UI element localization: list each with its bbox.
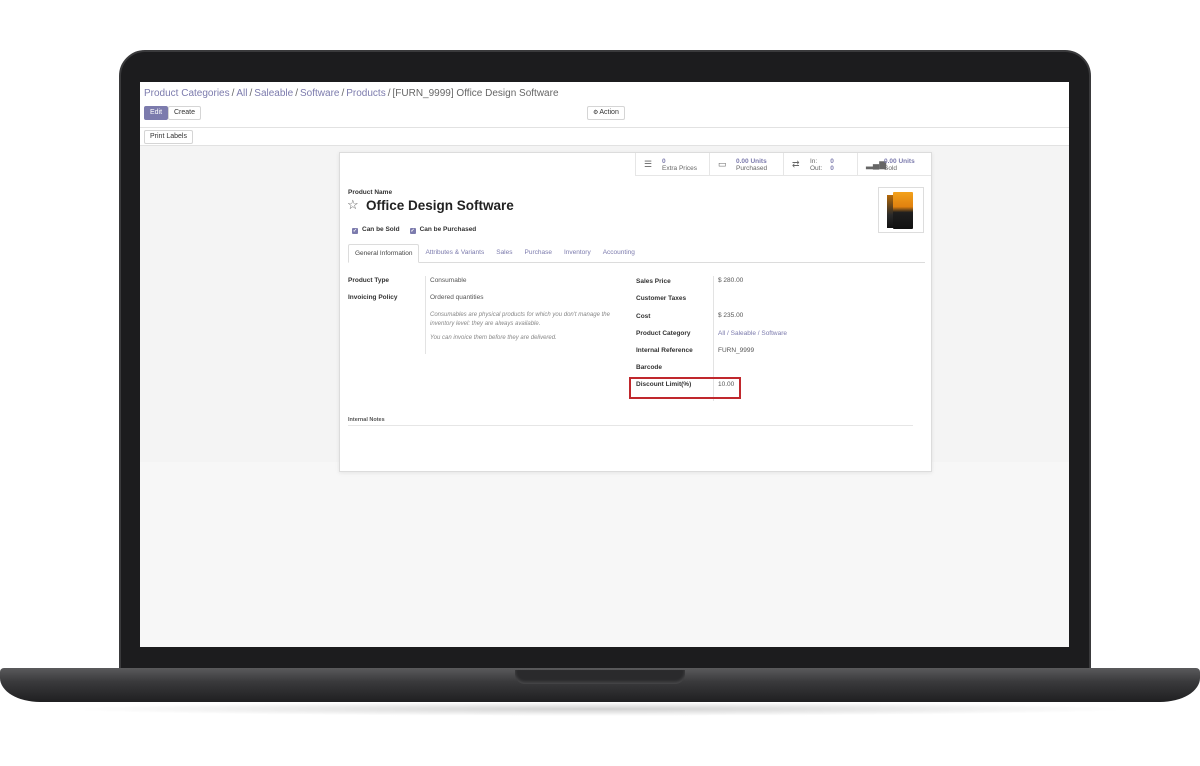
- tab-attributes-variants[interactable]: Attributes & Variants: [419, 244, 490, 263]
- internal-notes-field[interactable]: [348, 425, 913, 426]
- print-labels-button[interactable]: Print Labels: [144, 130, 193, 144]
- tab-purchase[interactable]: Purchase: [519, 244, 558, 263]
- tab-sales[interactable]: Sales: [490, 244, 518, 263]
- product-checkboxes: ✓ Can be Sold ✓ Can be Purchased: [352, 226, 476, 234]
- tab-accounting[interactable]: Accounting: [597, 244, 641, 263]
- in-label: In:: [810, 157, 818, 165]
- in-value: 0: [830, 157, 834, 165]
- discount-limit-highlight: [629, 377, 741, 399]
- extra-prices-button[interactable]: ☰ 0 Extra Prices: [635, 153, 709, 176]
- cost-value[interactable]: $ 235.00: [718, 312, 743, 319]
- gear-icon: ⚙: [593, 110, 599, 116]
- extra-prices-label: Extra Prices: [662, 164, 698, 172]
- internal-reference-label: Internal Reference: [636, 347, 693, 354]
- app-screen: Product Categories / All / Saleable / Software…: [140, 82, 1069, 647]
- product-category-label: Product Category: [636, 330, 691, 337]
- purchased-label: Purchased: [736, 164, 768, 172]
- product-image[interactable]: [878, 187, 924, 233]
- check-icon: ✓: [409, 228, 416, 234]
- list-icon: ☰: [644, 159, 653, 169]
- breadcrumb-separator: /: [341, 88, 345, 99]
- extra-prices-value: 0: [662, 157, 666, 165]
- breadcrumb-software[interactable]: Software: [300, 88, 339, 99]
- invoicing-policy-value[interactable]: Ordered quantities: [430, 294, 483, 301]
- sold-button[interactable]: ▂▄▆ 0.00 Units Sold: [857, 153, 931, 176]
- breadcrumb-product-categories[interactable]: Product Categories: [144, 88, 230, 99]
- purchased-button[interactable]: ▭ 0.00 Units Purchased: [709, 153, 783, 176]
- sold-label: Sold: [884, 164, 898, 172]
- laptop-shadow: [60, 702, 1140, 716]
- barcode-label: Barcode: [636, 364, 663, 371]
- can-be-sold-label: Can be Sold: [362, 226, 400, 233]
- action-button[interactable]: ⚙Action: [587, 106, 625, 120]
- breadcrumb-separator: /: [295, 88, 298, 99]
- can-be-purchased-label: Can be Purchased: [419, 226, 477, 233]
- tab-inventory[interactable]: Inventory: [558, 244, 597, 263]
- breadcrumb-separator: /: [249, 88, 253, 99]
- action-label: Action: [599, 109, 619, 116]
- customer-taxes-label: Customer Taxes: [636, 295, 687, 302]
- purchased-value: 0.00 Units: [736, 157, 767, 165]
- breadcrumb-saleable[interactable]: Saleable: [254, 88, 293, 99]
- in-out-button[interactable]: ⇄ In: 0 Out: 0: [783, 153, 857, 176]
- out-value: 0: [830, 164, 834, 172]
- invoicing-policy-label: Invoicing Policy: [348, 294, 398, 301]
- out-label: Out:: [810, 164, 823, 172]
- stat-button-box: ☰ 0 Extra Prices ▭ 0.00 Units Purchased ⇄ …: [635, 153, 931, 176]
- internal-notes-label: Internal Notes: [348, 417, 385, 423]
- product-type-label: Product Type: [348, 277, 390, 284]
- background-area: [140, 462, 1069, 647]
- product-category-value[interactable]: All / Saleable / Software: [718, 330, 787, 337]
- field-divider: [425, 276, 426, 354]
- laptop-notch: [515, 670, 685, 684]
- product-form-sheet: ☰ 0 Extra Prices ▭ 0.00 Units Purchased ⇄ …: [339, 152, 932, 472]
- product-type-value[interactable]: Consumable: [430, 277, 467, 284]
- star-icon[interactable]: ☆: [347, 197, 359, 213]
- cost-label: Cost: [636, 313, 651, 320]
- sales-price-label: Sales Price: [636, 278, 671, 285]
- exchange-icon: ⇄: [792, 159, 800, 169]
- sold-value: 0.00 Units: [884, 157, 915, 165]
- tab-general-information[interactable]: General Information: [348, 244, 420, 263]
- credit-card-icon: ▭: [718, 159, 727, 169]
- product-name-label: Product Name: [348, 189, 393, 196]
- internal-reference-value[interactable]: FURN_9999: [718, 347, 754, 354]
- product-name[interactable]: Office Design Software: [366, 198, 514, 213]
- signal-icon: ▂▄▆: [866, 159, 887, 169]
- edit-button[interactable]: Edit: [144, 106, 169, 120]
- consumable-help-text: Consumables are physical products for wh…: [430, 312, 610, 327]
- breadcrumb-separator: /: [231, 88, 235, 99]
- create-button[interactable]: Create: [168, 106, 202, 120]
- can-be-purchased-checkbox[interactable]: ✓ Can be Purchased: [409, 226, 477, 234]
- form-tabs: General Information Attributes & Variant…: [348, 244, 925, 263]
- sub-toolbar: Print Labels: [140, 128, 1069, 146]
- breadcrumb-products[interactable]: Products: [346, 88, 385, 99]
- breadcrumb-current: [FURN_9999] Office Design Software: [392, 88, 559, 99]
- breadcrumb: Product Categories / All / Saleable / Software…: [144, 88, 559, 99]
- check-icon: ✓: [352, 228, 358, 234]
- breadcrumb-all[interactable]: All: [236, 88, 247, 99]
- invoice-help-text: You can invoice them before they are del…: [430, 335, 557, 341]
- breadcrumb-separator: /: [387, 88, 391, 99]
- box-front: [893, 192, 913, 229]
- control-panel: Product Categories / All / Saleable / Software…: [140, 82, 1069, 128]
- can-be-sold-checkbox[interactable]: ✓ Can be Sold: [352, 226, 400, 234]
- sales-price-value[interactable]: $ 280.00: [718, 277, 743, 284]
